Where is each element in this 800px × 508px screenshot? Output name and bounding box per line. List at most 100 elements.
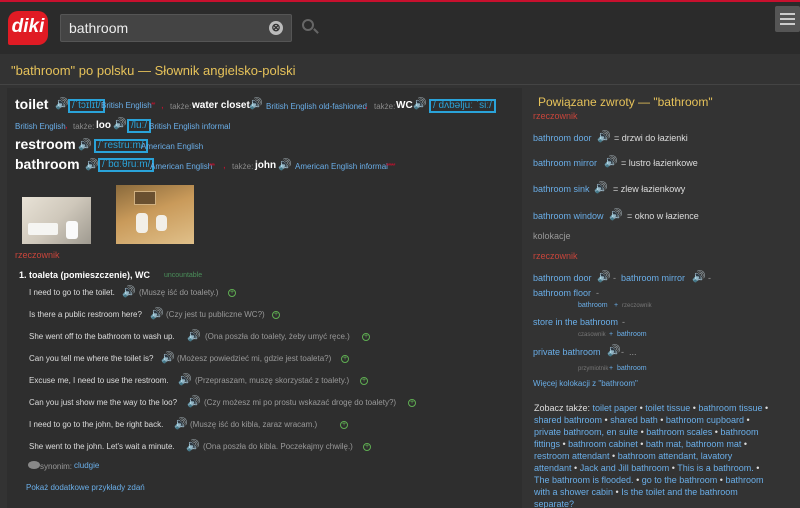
- example-en: I need to go to the john, be right back.: [29, 420, 164, 429]
- speaker-icon[interactable]: 🔊: [186, 439, 200, 452]
- collocation-link[interactable]: store in the bathroom: [533, 317, 618, 327]
- ipa-loo[interactable]: /luː/: [127, 119, 152, 133]
- add-icon[interactable]: +: [360, 377, 368, 385]
- speaker-icon[interactable]: 🔊: [597, 130, 611, 143]
- add-icon[interactable]: +: [228, 289, 236, 297]
- speaker-icon[interactable]: 🔊: [150, 307, 164, 320]
- bathroom-photo[interactable]: [22, 197, 91, 244]
- see-also-link[interactable]: shared bath: [610, 415, 658, 425]
- speaker-icon[interactable]: 🔊: [187, 395, 201, 408]
- speaker-icon[interactable]: 🔊: [187, 329, 201, 342]
- related-link[interactable]: bathroom mirror: [533, 158, 597, 168]
- speaker-icon[interactable]: 🔊: [278, 158, 292, 171]
- speaker-icon[interactable]: 🔊: [55, 97, 69, 110]
- synonym-link[interactable]: cludgie: [74, 461, 99, 470]
- example-en: I need to go to the toilet.: [29, 288, 115, 297]
- diki-logo[interactable]: diki: [8, 11, 48, 45]
- collocation-link[interactable]: bathroom door: [533, 273, 592, 283]
- search-icon[interactable]: [302, 19, 314, 31]
- collocation-sub: bathroom: [578, 302, 608, 309]
- see-also-link[interactable]: toilet tissue: [645, 403, 690, 413]
- speaker-icon[interactable]: 🔊: [174, 417, 188, 430]
- speaker-icon[interactable]: 🔊: [609, 208, 623, 221]
- speaker-icon[interactable]: 🔊: [85, 158, 99, 171]
- part-of-speech: rzeczownik: [533, 111, 578, 121]
- speaker-icon[interactable]: 🔊: [594, 181, 608, 194]
- clear-icon[interactable]: ⊗: [269, 21, 283, 35]
- speaker-icon[interactable]: 🔊: [78, 138, 92, 151]
- search-box[interactable]: ⊗: [60, 14, 292, 42]
- region-label: British English informal: [149, 122, 231, 131]
- see-also-link[interactable]: toilet paper: [593, 403, 638, 413]
- related-link[interactable]: bathroom door: [533, 133, 592, 143]
- add-icon[interactable]: +: [363, 443, 371, 451]
- speaker-icon[interactable]: 🔊: [178, 373, 192, 386]
- see-also: Zobacz także: toilet paper • toilet tiss…: [534, 403, 769, 508]
- see-also-link[interactable]: bathroom scales: [646, 427, 712, 437]
- bathroom-photo[interactable]: [116, 185, 194, 244]
- speaker-icon[interactable]: 🔊: [604, 155, 618, 168]
- ipa-toilet[interactable]: /ˈtɔɪlɪt/: [68, 99, 105, 113]
- see-also-link[interactable]: bathroom tissue: [698, 403, 762, 413]
- show-more-examples-link[interactable]: Pokaż dodatkowe przykłady zdań: [26, 483, 145, 492]
- speaker-icon[interactable]: 🔊: [161, 351, 175, 364]
- speaker-icon[interactable]: 🔊: [122, 285, 136, 298]
- collocation-link[interactable]: bathroom floor: [533, 288, 591, 298]
- speaker-icon[interactable]: 🔊: [607, 344, 621, 357]
- also-label: także:: [374, 102, 396, 111]
- speaker-icon[interactable]: 🔊: [249, 97, 263, 110]
- menu-icon[interactable]: [775, 6, 800, 32]
- region-label: British English: [101, 101, 152, 110]
- collocation-link[interactable]: bathroom mirror: [621, 273, 685, 283]
- more-collocations-link[interactable]: Więcej kolokacji z "bathroom": [533, 379, 638, 388]
- collocation-sub: bathroom: [617, 331, 647, 338]
- related-link[interactable]: bathroom window: [533, 211, 604, 221]
- headword-water-closet: water closet: [192, 100, 250, 111]
- speaker-icon[interactable]: 🔊: [113, 117, 127, 130]
- add-icon[interactable]: +: [408, 399, 416, 407]
- see-also-link[interactable]: This is a bathroom.: [677, 463, 754, 473]
- add-icon[interactable]: +: [272, 311, 280, 319]
- see-also-link[interactable]: restroom attendant: [534, 451, 610, 461]
- search-input[interactable]: [69, 20, 259, 36]
- meaning-text: toaleta (pomieszczenie), WC: [29, 270, 151, 280]
- see-also-link[interactable]: shared bathroom: [534, 415, 602, 425]
- part-of-speech: rzeczownik: [533, 251, 578, 261]
- see-also-link[interactable]: go to the bathroom: [642, 475, 718, 485]
- add-icon[interactable]: +: [341, 355, 349, 363]
- page-title: "bathroom" po polsku — Słownik angielsko…: [11, 63, 296, 78]
- example-en: She went to the john. Let's wait a minut…: [29, 442, 175, 451]
- related-translation: = okno w łazience: [627, 211, 699, 221]
- frequency-stars: *****: [386, 163, 396, 170]
- example-en: Is there a public restroom here?: [29, 310, 142, 319]
- collocation-sub: czasownik: [578, 332, 606, 338]
- region-label: American English informal: [295, 162, 388, 171]
- see-also-link[interactable]: Jack and Jill bathroom: [580, 463, 670, 473]
- ipa-wc[interactable]: / dʌbəljuː ˈsiː/: [429, 99, 496, 113]
- header: diki ⊗: [0, 2, 800, 54]
- example-pl: (Czy możesz mi po prostu wskazać drogę d…: [204, 398, 397, 407]
- example-pl: (Ona poszła do kibla. Poczekajmy chwilę.…: [203, 442, 353, 451]
- add-icon[interactable]: +: [340, 421, 348, 429]
- speaker-icon[interactable]: 🔊: [597, 270, 611, 283]
- see-also-link[interactable]: bath mat, bathroom mat: [646, 439, 742, 449]
- see-also-link[interactable]: The bathroom is flooded.: [534, 475, 634, 485]
- see-also-link[interactable]: private bathroom, en suite: [534, 427, 638, 437]
- see-also-link[interactable]: bathroom cupboard: [666, 415, 744, 425]
- speaker-icon[interactable]: 🔊: [413, 97, 427, 110]
- example-en: She went off to the bathroom to wash up.: [29, 332, 175, 341]
- ipa-restroom[interactable]: /ˈrestruːm/: [94, 139, 148, 153]
- region-label: British English: [15, 122, 66, 131]
- also-label: także:: [170, 102, 192, 111]
- example-en: Excuse me, I need to use the restroom.: [29, 376, 169, 385]
- related-link[interactable]: bathroom sink: [533, 184, 590, 194]
- ipa-bathroom[interactable]: /ˈbɑːθruːm/: [98, 158, 155, 172]
- example-en: Can you just show me the way to the loo?: [29, 398, 178, 407]
- speaker-icon[interactable]: 🔊: [692, 270, 706, 283]
- collocation-link[interactable]: private bathroom: [533, 347, 601, 357]
- grammar-tag: uncountable: [164, 272, 203, 279]
- see-also-link[interactable]: bathroom cabinet: [568, 439, 638, 449]
- collocation-sub: przymiotnik: [578, 366, 609, 372]
- add-icon[interactable]: +: [362, 333, 370, 341]
- headword-john: john: [255, 160, 277, 171]
